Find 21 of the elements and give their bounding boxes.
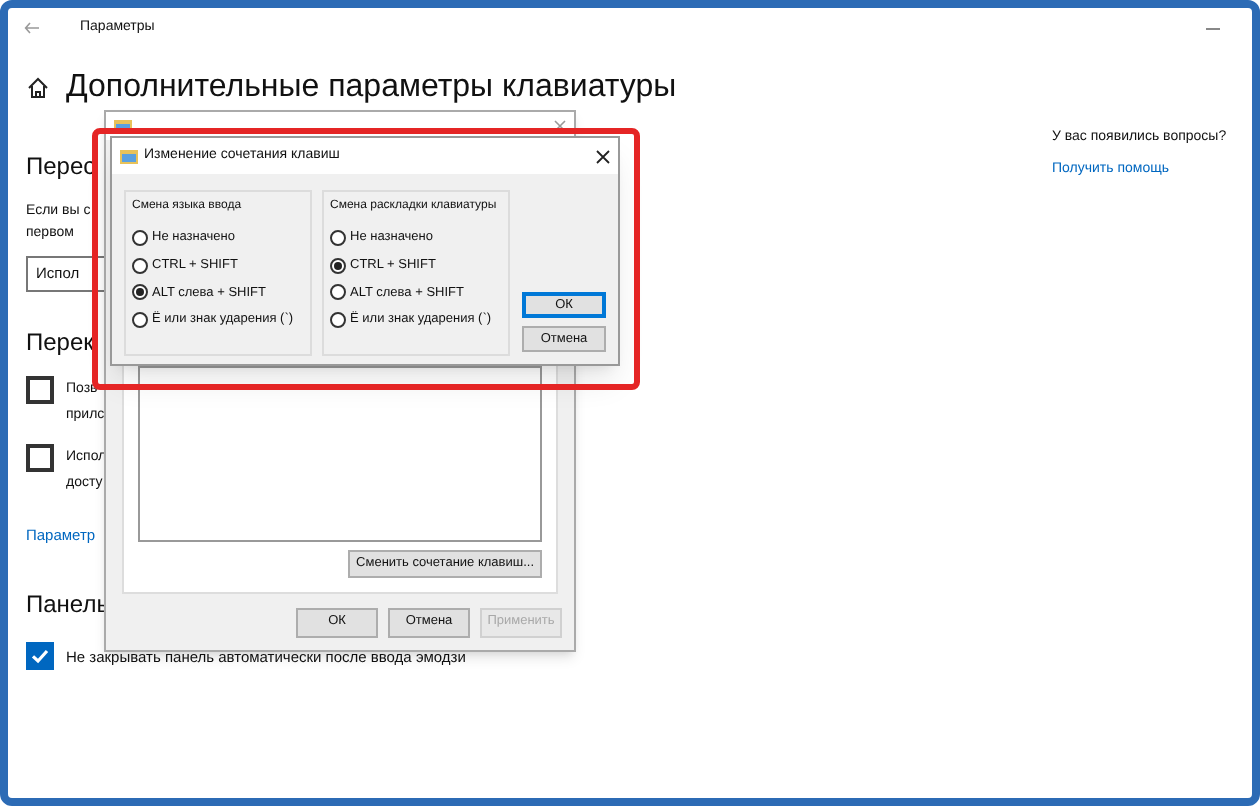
section-heading: Перес xyxy=(26,150,96,184)
radio-button[interactable] xyxy=(132,284,148,301)
minimize-icon[interactable] xyxy=(1206,27,1220,29)
list-box[interactable] xyxy=(138,366,542,542)
radio-button[interactable] xyxy=(132,229,148,246)
checkbox[interactable] xyxy=(26,444,54,472)
radio-button[interactable] xyxy=(330,229,346,246)
radio-button[interactable] xyxy=(132,257,148,274)
close-icon[interactable] xyxy=(596,149,610,163)
radio-button[interactable] xyxy=(330,257,346,274)
checkbox[interactable] xyxy=(26,376,54,404)
section-heading: Перек xyxy=(26,326,94,360)
back-arrow-icon[interactable] xyxy=(24,22,40,34)
section-heading: Панель xyxy=(26,588,109,623)
page-title: Дополнительные параметры клавиатуры xyxy=(66,68,677,108)
radio-button[interactable] xyxy=(330,312,346,329)
home-icon[interactable] xyxy=(26,76,50,100)
checkbox[interactable] xyxy=(26,642,54,671)
radio-button[interactable] xyxy=(330,284,346,301)
radio-button[interactable] xyxy=(132,312,148,329)
check-icon xyxy=(30,646,50,667)
